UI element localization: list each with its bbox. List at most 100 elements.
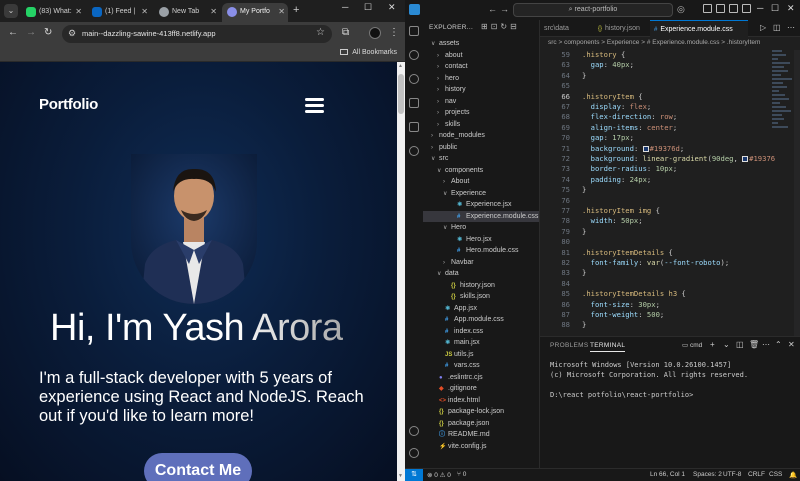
notifications-bell-icon[interactable]: 🔔 [789, 471, 797, 479]
tree-item[interactable]: JS utils.js [423, 349, 539, 361]
tree-item[interactable]: {} skills.json [423, 291, 539, 303]
explorer-icon[interactable] [409, 26, 419, 36]
extensions-icon[interactable]: ⧉ [342, 27, 349, 38]
tree-item[interactable]: › nav [423, 96, 539, 108]
search-icon[interactable] [409, 50, 419, 60]
scroll-down-icon[interactable]: ▼ [398, 473, 403, 479]
collapse-all-icon[interactable]: ⊟ [510, 22, 520, 31]
tab-terminal[interactable]: TERMINAL [590, 342, 626, 352]
tree-item[interactable]: ∨ components [423, 165, 539, 177]
contact-me-button[interactable]: Contact Me [144, 453, 252, 481]
editor-tab-history-json[interactable]: {} history.json [594, 20, 650, 37]
tree-item[interactable]: ⚛ Experience.jsx [423, 199, 539, 211]
tree-item[interactable]: # App.module.css [423, 314, 539, 326]
tab-problems[interactable]: PROBLEMS [550, 342, 589, 349]
refresh-icon[interactable]: ↻ [500, 22, 510, 31]
tree-item[interactable]: <> index.html [423, 395, 539, 407]
editor-tab-data[interactable]: src\data [540, 20, 594, 37]
run-debug-icon[interactable] [409, 98, 419, 108]
remote-explorer-icon[interactable] [409, 146, 419, 156]
menu-icon[interactable] [305, 98, 324, 116]
more-actions-icon[interactable]: ⋯ [787, 23, 795, 32]
encoding-status[interactable]: UTF-8 [723, 471, 741, 478]
profile-avatar[interactable] [369, 27, 381, 39]
tree-item[interactable]: › history [423, 84, 539, 96]
tree-item[interactable]: # vars.css [423, 360, 539, 372]
browser-tab-newtab[interactable]: New Tab ✕ [154, 3, 220, 22]
tree-item[interactable]: › node_modules [423, 130, 539, 142]
close-window-icon[interactable]: ✕ [388, 2, 396, 13]
browser-tab-whatsapp[interactable]: (83) What: ✕ [21, 3, 85, 22]
tree-item[interactable]: # Experience.module.css [423, 210, 539, 222]
address-bar[interactable]: ⚙ main--dazzling-sawine-413ff8.netlify.a… [62, 25, 332, 43]
toggle-sidebar-icon[interactable] [703, 4, 712, 13]
kill-terminal-icon[interactable]: 🗑 [749, 340, 759, 349]
maximize-icon[interactable]: ☐ [771, 3, 779, 14]
tree-item[interactable]: ∨ assets [423, 38, 539, 50]
tree-item[interactable]: # Hero.module.css [423, 245, 539, 257]
tree-item[interactable]: › Navbar [423, 257, 539, 269]
new-tab-icon[interactable]: + [293, 4, 299, 16]
editor-tab-experience-css[interactable]: # Experience.module.css [650, 20, 748, 37]
minimize-icon[interactable]: ─ [757, 3, 763, 13]
maximize-panel-icon[interactable]: ⌃ [775, 340, 782, 349]
tree-item[interactable]: ⚛ Hero.jsx [423, 234, 539, 246]
source-control-icon[interactable] [409, 74, 419, 84]
split-editor-icon[interactable]: ◫ [773, 23, 781, 32]
tree-item[interactable]: ◆ .gitignore [423, 383, 539, 395]
tree-item[interactable]: › contact [423, 61, 539, 73]
forward-icon[interactable]: → [26, 27, 36, 38]
new-folder-icon[interactable]: ⊡ [491, 22, 501, 31]
forward-icon[interactable]: → [500, 4, 509, 14]
scroll-up-icon[interactable]: ▲ [398, 63, 403, 69]
close-tab-icon[interactable]: ✕ [278, 3, 285, 21]
browser-tab-linkedin[interactable]: (1) Feed | ✕ [87, 3, 151, 22]
tree-item[interactable]: ∨ Hero [423, 222, 539, 234]
all-bookmarks-button[interactable]: All Bookmarks [340, 49, 397, 56]
color-swatch[interactable] [642, 145, 649, 152]
close-window-icon[interactable]: ✕ [787, 3, 795, 14]
tree-item[interactable]: ⓘ README.md [423, 429, 539, 441]
ports-status[interactable]: ⑂ 0 [457, 471, 466, 478]
breadcrumb[interactable]: src > components > Experience > # Experi… [548, 39, 760, 46]
site-logo[interactable]: Portfolio [39, 96, 98, 113]
remote-indicator-icon[interactable]: ⇅ [405, 469, 423, 481]
settings-gear-icon[interactable] [409, 448, 419, 458]
tree-item[interactable]: ⚡ vite.config.js [423, 441, 539, 453]
tree-item[interactable]: › public [423, 142, 539, 154]
tree-item[interactable]: {} package.json [423, 418, 539, 430]
indentation-status[interactable]: Spaces: 2 [693, 471, 722, 478]
tree-item[interactable]: › About [423, 176, 539, 188]
back-icon[interactable]: ← [8, 27, 18, 38]
tree-item[interactable]: ● .eslintrc.cjs [423, 372, 539, 384]
toggle-secondary-sidebar-icon[interactable] [729, 4, 738, 13]
tree-item[interactable]: {} package-lock.json [423, 406, 539, 418]
run-icon[interactable]: ▷ [760, 23, 766, 32]
problems-status[interactable]: ⊗ 0 ⚠ 0 [427, 471, 451, 479]
tab-search-icon[interactable]: ⌄ [4, 4, 18, 18]
close-tab-icon[interactable]: ✕ [75, 3, 82, 21]
toggle-panel-icon[interactable] [716, 4, 725, 13]
page-scrollbar[interactable]: ▲ ▼ [397, 62, 405, 481]
tree-item[interactable]: › projects [423, 107, 539, 119]
new-file-icon[interactable]: ⊞ [481, 22, 491, 31]
language-mode[interactable]: CSS [769, 471, 782, 478]
terminal-dropdown-icon[interactable]: ⌄ [723, 340, 730, 349]
code-editor[interactable]: 59 .history {63 gap: 40px; 64} 65 66 .history… [540, 50, 775, 336]
tree-item[interactable]: ⚛ App.jsx [423, 303, 539, 315]
tree-item[interactable]: › hero [423, 73, 539, 85]
close-tab-icon[interactable]: ✕ [210, 3, 217, 21]
command-center-search[interactable]: ⌕ react-portfolio [513, 3, 673, 17]
tree-item[interactable]: ∨ src [423, 153, 539, 165]
close-panel-icon[interactable]: ✕ [788, 340, 795, 349]
tree-item[interactable]: # index.css [423, 326, 539, 338]
split-terminal-icon[interactable]: ◫ [736, 340, 744, 349]
customize-layout-icon[interactable] [742, 4, 751, 13]
minimap[interactable] [772, 50, 794, 160]
terminal-output[interactable]: Microsoft Windows [Version 10.0.26100.14… [550, 360, 748, 400]
scrollbar-thumb[interactable] [398, 74, 404, 114]
tree-item[interactable]: ∨ Experience [423, 188, 539, 200]
extensions-icon[interactable] [409, 122, 419, 132]
site-settings-icon[interactable]: ⚙ [68, 28, 76, 39]
color-swatch[interactable] [742, 156, 749, 162]
